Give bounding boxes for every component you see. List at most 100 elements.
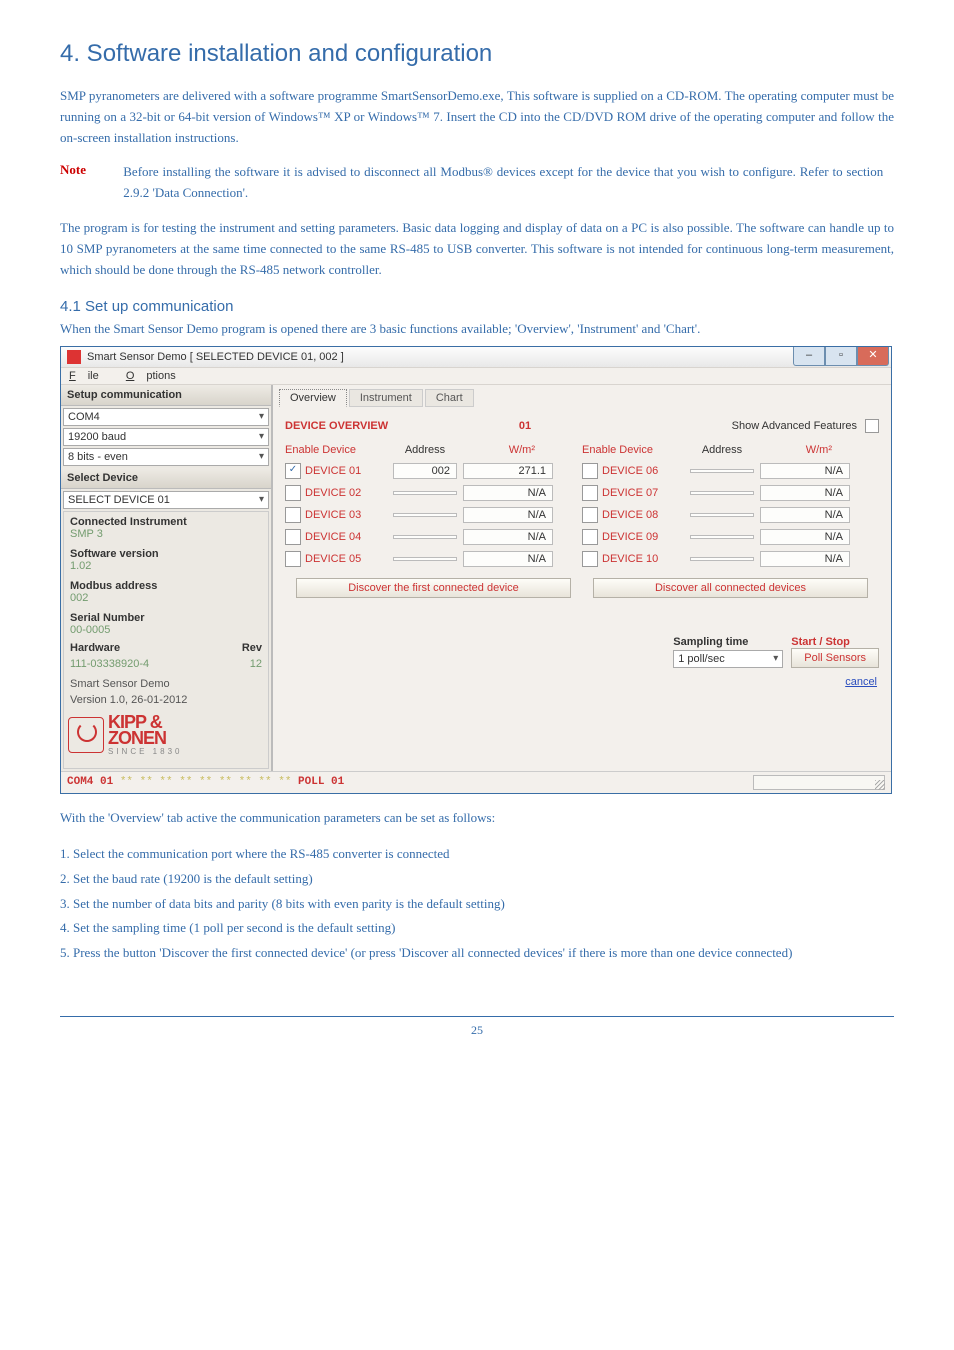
device-checkbox[interactable] — [582, 551, 598, 567]
device-row: DEVICE 07N/A — [582, 482, 879, 504]
device-value: N/A — [463, 485, 553, 501]
tab-chart[interactable]: Chart — [425, 389, 474, 407]
device-checkbox[interactable] — [582, 463, 598, 479]
paragraph: With the 'Overview' tab active the commu… — [60, 808, 894, 829]
device-checkbox[interactable] — [582, 485, 598, 501]
logo-since: SINCE 1830 — [108, 747, 182, 756]
com-port-select[interactable]: COM4 — [63, 408, 269, 426]
baud-select[interactable]: 19200 baud — [63, 428, 269, 446]
status-stars: ** ** ** ** ** ** ** ** ** — [120, 776, 292, 788]
window-title: Smart Sensor Demo [ SELECTED DEVICE 01, … — [87, 351, 344, 363]
parity-select[interactable]: 8 bits - even — [63, 448, 269, 466]
device-address-input[interactable] — [690, 557, 754, 561]
device-row: DEVICE 03 N/A — [285, 504, 582, 526]
device-address-input[interactable] — [690, 513, 754, 517]
discover-first-button[interactable]: Discover the first connected device — [296, 578, 571, 598]
device-address-input[interactable] — [393, 535, 457, 539]
device-checkbox[interactable]: ✓ — [285, 463, 301, 479]
hardware-value: 111-03338920-4 — [70, 658, 222, 670]
tab-overview[interactable]: Overview — [279, 389, 347, 407]
device-value: N/A — [463, 529, 553, 545]
close-button[interactable]: ✕ — [857, 347, 889, 366]
device-checkbox[interactable] — [285, 551, 301, 567]
device-value: N/A — [463, 551, 553, 567]
demo-name: Smart Sensor Demo — [64, 676, 268, 692]
device-address-input[interactable] — [690, 491, 754, 495]
device-value: N/A — [760, 529, 850, 545]
device-row: DEVICE 09 N/A — [582, 526, 879, 548]
device-row: DEVICE 05 N/A — [285, 548, 582, 570]
cancel-link[interactable]: cancel — [845, 676, 877, 688]
device-checkbox[interactable] — [285, 485, 301, 501]
note-block: Note Before installing the software it i… — [60, 162, 894, 204]
device-checkbox[interactable] — [582, 529, 598, 545]
device-value: N/A — [760, 507, 850, 523]
resize-grip-icon[interactable] — [875, 780, 885, 790]
device-value: N/A — [760, 463, 850, 479]
device-name: DEVICE 10 — [602, 553, 690, 565]
logo-text-2: ZONEN — [108, 730, 182, 746]
device-address-input[interactable] — [393, 513, 457, 517]
software-version-value: 1.02 — [64, 560, 268, 576]
maximize-button[interactable]: ▫ — [825, 347, 857, 366]
device-checkbox[interactable] — [582, 507, 598, 523]
menu-options[interactable]: Options — [126, 370, 176, 382]
device-row: DEVICE 06 N/A — [582, 460, 879, 482]
device-address-input[interactable] — [393, 557, 457, 561]
device-value: 271.1 — [463, 463, 553, 479]
status-bar: COM4 01 ** ** ** ** ** ** ** ** ** POLL … — [61, 771, 891, 793]
device-row: DEVICE 08N/A — [582, 504, 879, 526]
progress-bar — [753, 775, 885, 790]
modbus-address-value: 002 — [64, 592, 268, 608]
device-name: DEVICE 09 — [602, 531, 690, 543]
list-item: 4. Set the sampling time (1 poll per sec… — [60, 916, 894, 941]
device-checkbox[interactable] — [285, 507, 301, 523]
device-address-input[interactable] — [690, 535, 754, 539]
logo-icon — [68, 717, 104, 753]
device-address-input[interactable] — [690, 469, 754, 473]
select-device-dropdown[interactable]: SELECT DEVICE 01 — [63, 491, 269, 509]
device-row: ✓DEVICE 01002271.1 — [285, 460, 582, 482]
show-advanced-checkbox[interactable] — [865, 419, 879, 433]
menu-file[interactable]: File — [69, 370, 111, 382]
steps-list: 1. Select the communication port where t… — [60, 842, 894, 965]
page-number: 25 — [471, 1023, 483, 1037]
menubar: File Options — [61, 368, 891, 385]
device-name: DEVICE 03 — [305, 509, 393, 521]
note-text: Before installing the software it is adv… — [123, 162, 883, 204]
device-value: N/A — [463, 507, 553, 523]
device-name: DEVICE 02 — [305, 487, 393, 499]
device-name: DEVICE 06 — [602, 465, 690, 477]
sampling-time-select[interactable]: 1 poll/sec — [673, 650, 783, 668]
device-address-input[interactable]: 002 — [393, 463, 457, 479]
tab-instrument[interactable]: Instrument — [349, 389, 423, 407]
serial-number-label: Serial Number — [64, 608, 268, 624]
device-value: N/A — [760, 551, 850, 567]
logo-block: KIPP & ZONEN SINCE 1830 — [64, 708, 268, 763]
page-footer: 25 — [60, 1016, 894, 1038]
start-stop-label: Start / Stop — [791, 636, 879, 648]
connected-instrument-value: SMP 3 — [64, 528, 268, 544]
device-overview-num: 01 — [485, 412, 565, 440]
side-panel: Setup communication COM4 19200 baud 8 bi… — [61, 385, 273, 770]
minimize-button[interactable]: – — [793, 347, 825, 366]
serial-number-value: 00-0005 — [64, 624, 268, 640]
list-item: 1. Select the communication port where t… — [60, 842, 894, 867]
rev-label: Rev — [222, 642, 262, 654]
device-address-input[interactable] — [393, 491, 457, 495]
discover-all-button[interactable]: Discover all connected devices — [593, 578, 868, 598]
rev-value: 12 — [222, 658, 262, 670]
device-overview-label: DEVICE OVERVIEW — [285, 412, 485, 440]
main-panel: Overview Instrument Chart DEVICE OVERVIE… — [273, 385, 891, 770]
sampling-time-label: Sampling time — [673, 636, 783, 648]
poll-sensors-button[interactable]: Poll Sensors — [791, 648, 879, 668]
section-title: 4. Software installation and configurati… — [60, 40, 894, 68]
enable-device-header: Enable Device — [582, 444, 692, 456]
address-header: Address — [692, 444, 752, 456]
paragraph: SMP pyranometers are delivered with a so… — [60, 86, 894, 148]
modbus-address-label: Modbus address — [64, 576, 268, 592]
device-name: DEVICE 05 — [305, 553, 393, 565]
enable-device-header: Enable Device — [285, 444, 395, 456]
device-checkbox[interactable] — [285, 529, 301, 545]
connected-instrument-label: Connected Instrument — [64, 512, 268, 528]
